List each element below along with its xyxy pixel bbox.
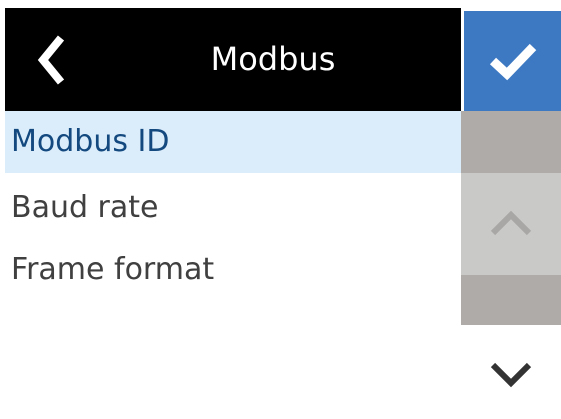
modbus-menu-screen: Modbus Modbus ID Baud rate Frame format (5, 8, 561, 419)
header-bar: Modbus (5, 8, 461, 111)
menu-list: Modbus ID Baud rate Frame format (5, 111, 461, 419)
scroll-up-button[interactable] (461, 173, 561, 275)
checkmark-icon (489, 43, 537, 81)
page-title: Modbus (210, 40, 336, 78)
menu-item-baud-rate[interactable]: Baud rate (5, 177, 461, 239)
scroll-track-bottom (461, 275, 561, 325)
back-button[interactable] (27, 32, 83, 88)
scrollbar[interactable] (461, 111, 561, 419)
scroll-track-top (461, 111, 561, 173)
scroll-down-button[interactable] (461, 325, 561, 419)
chevron-left-icon (37, 35, 65, 85)
confirm-button[interactable] (464, 11, 561, 111)
menu-item-frame-format[interactable]: Frame format (5, 239, 461, 301)
menu-item-modbus-id[interactable]: Modbus ID (5, 111, 461, 173)
chevron-up-icon (490, 210, 532, 236)
chevron-down-icon (490, 362, 532, 388)
